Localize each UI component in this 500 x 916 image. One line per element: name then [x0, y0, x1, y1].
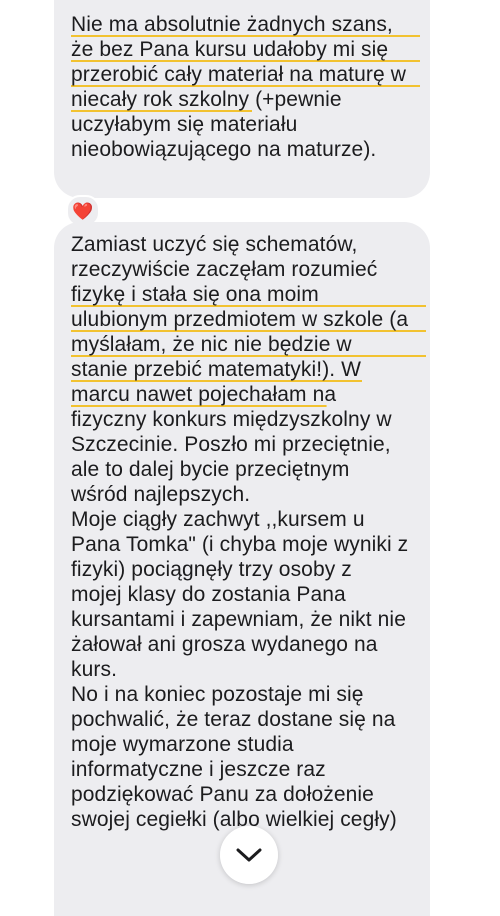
message-line: żałował ani grosza wydanego na [71, 633, 378, 656]
message-line: wśród najlepszych. [71, 483, 251, 506]
message-line: Moje ciągły zachwyt ,,kursem u [71, 508, 365, 531]
message-line: moje wymarzone studia [71, 733, 294, 756]
message-bubble-1[interactable]: Nie ma absolutnie żadnych szans, że bez … [54, 0, 430, 198]
message-line: fizykę i stała się ona moim [71, 282, 426, 307]
message-line: fizyki) pociągnęły trzy osoby z [71, 558, 352, 581]
chat-screen: Nie ma absolutnie żadnych szans, że bez … [0, 0, 500, 916]
message-line: Zamiast uczyć się schematów, [71, 233, 358, 256]
message-line: uczyłabym się materiału [71, 113, 298, 136]
message-line: pochwalić, że teraz dostane się na [71, 708, 396, 731]
message-line: ale to dalej bycie przeciętnym [71, 458, 350, 481]
message-line: mojej klasy do zostania Pana [71, 583, 346, 606]
message-line: kursantami i zapewniam, że nikt nie [71, 608, 406, 631]
message-line: No i na koniec pozostaje mi się [71, 683, 364, 706]
message-line: przerobić cały materiał na maturę w [71, 62, 420, 87]
message-line: ulubionym przedmiotem w szkole (a [71, 307, 426, 332]
message-line: kurs. [71, 658, 118, 681]
message-bubble-2[interactable]: Zamiast uczyć się schematów, rzeczywiści… [54, 222, 430, 916]
message-line: Nie ma absolutnie żadnych szans, [71, 12, 420, 37]
message-line: nieobowiązującego na maturze). [71, 138, 377, 161]
message-line: myślałam, że nic nie będzie w [71, 332, 426, 357]
message-line: stanie przebić matematyki!). W [71, 357, 426, 382]
scroll-to-bottom-button[interactable] [220, 826, 278, 884]
chevron-down-icon [236, 848, 262, 862]
message-line: marcu nawet pojechałam na [71, 382, 426, 407]
message-line: fizyczny konkurs międzyszkolny w [71, 408, 392, 431]
heart-icon: ❤️ [72, 201, 94, 221]
message-line: informatyczne i jeszcze raz [71, 758, 326, 781]
message-line: Pana Tomka" (i chyba moje wyniki z [71, 533, 409, 556]
message-line: niecały rok szkolny (+pewnie [71, 87, 420, 112]
message-line: rzeczywiście zaczęłam rozumieć [71, 258, 378, 281]
message-line: że bez Pana kursu udałoby mi się [71, 37, 420, 62]
message-line: Szczecinie. Poszło mi przeciętnie, [71, 433, 391, 456]
message-line: podziękować Panu za dołożenie [71, 783, 374, 806]
